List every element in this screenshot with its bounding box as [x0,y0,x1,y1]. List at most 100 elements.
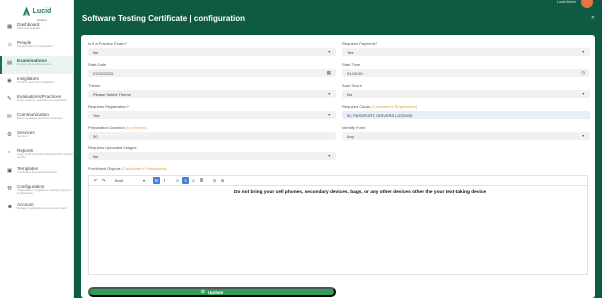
requires-registration-label: Requires Registration? [88,104,129,109]
start-date-input[interactable]: 07/22/2023 ▦ [88,69,336,77]
prohibited-objects-hint: (Candidate's Preparation) [121,166,168,171]
header: Lucid Admin Software Testing Certificate… [74,0,602,36]
align-justify-icon[interactable]: ≣ [198,177,205,184]
practice-exam-select[interactable]: No ▼ [88,48,336,56]
configuration-icon: ⚒ [7,186,12,192]
prep-duration-hint: (in minutes) [126,125,147,130]
prohibited-objects-label-text: Prohibited Objects [88,166,121,171]
identify-form-select[interactable]: Any ▼ [342,132,590,140]
start-time-input[interactable]: 01:00:00 ◷ [342,69,590,77]
logo-text: Lucid [32,7,52,15]
start-date-value: 07/22/2023 [93,70,114,76]
chevron-down-icon: ▼ [581,92,585,96]
sidebar-item-sub: Organisation, invigilators, settings, pa… [17,188,72,196]
clock-icon[interactable]: ◷ [581,70,585,76]
chevron-down-icon: ▼ [327,113,331,117]
chevron-down-icon: ▼ [581,134,585,138]
calendar-icon[interactable]: ▦ [327,70,331,76]
undo-icon[interactable]: ↶ [92,177,99,184]
sidebar-item-evaluations-practices[interactable]: ✎ Evaluations/Practices Exam creators, eva… [0,92,73,110]
sidebar-item-invigilators[interactable]: ◉ Invigilators Proctors and exam invigilat… [0,74,73,92]
sidebar-item-sub: Logs, study and other data and other ana… [17,152,73,160]
sidebar: Lucid Exams ▦ Dashboard Stats and Activiti… [0,0,74,298]
update-button[interactable]: ⊙ Update [88,287,336,297]
avatar[interactable] [581,0,593,8]
required-cards-value: ID, PASSPORT, DRIVERS LICENSE [347,112,413,118]
exam-icon: ▤ [7,60,13,66]
requires-registration-select[interactable]: Yes ▼ [88,111,336,119]
italic-icon[interactable]: I [161,177,168,184]
sidebar-item-services[interactable]: ⚙ Services Services [0,128,73,146]
update-button-label: Update [207,289,224,295]
save-icon: ⊙ [200,289,205,295]
sidebar-item-sub: Stats and Activities [17,26,41,30]
sidebar-item-sub: Formal and practice exams [17,62,51,66]
outdent-icon[interactable]: ⊚ [219,177,226,184]
required-cards-label-text: Required Cards [342,104,371,109]
sidebar-item-sub: People linked to organisation [17,44,53,48]
page-title: Software Testing Certificate | configura… [82,14,245,23]
sidebar-item-templates[interactable]: ▣ Templates Certificates and email templat… [0,164,73,182]
bold-icon[interactable]: B [153,177,160,184]
prohibited-objects-editor[interactable]: Do not bring your cell phones, secondary… [88,185,588,275]
identify-form-value: Any [347,133,354,139]
practice-exam-value: No [93,49,99,55]
sidebar-item-sub: Services [17,134,28,138]
communication-icon: ✉ [7,114,12,120]
templates-icon: ▣ [7,168,13,174]
sidebar-item-sub: Manage organisation account and users [17,206,67,210]
close-icon[interactable]: ✕ [591,15,595,21]
required-cards-label: Required Cards (Candidate's Registration… [342,104,417,109]
redo-icon[interactable]: ↷ [100,177,107,184]
sidebar-item-examinations[interactable]: ▤ Examinations Formal and practice exams [0,56,73,74]
requires-images-value: No [93,153,99,159]
auto-score-select[interactable]: No ▼ [342,90,590,98]
font-select-value: Bold [115,178,124,183]
config-card: Is it a Practice Exam? No ▼ Requires Pay… [81,35,595,298]
user-name[interactable]: Lucid Admin [557,0,576,4]
account-icon: ☻ [7,204,13,210]
sidebar-item-configuration[interactable]: ⚒ Configuration Organisation, invigilators… [0,182,73,200]
logo-mark-icon [22,6,30,15]
prep-duration-input[interactable]: 30 [88,132,336,140]
prohibited-objects-label: Prohibited Objects (Candidate's Preparat… [88,166,167,171]
indent-icon[interactable]: ⊙ [211,177,218,184]
requires-images-label: Requires Uploaded Images [88,145,137,150]
chevron-down-icon: ▼ [327,50,331,54]
dashboard-icon: ▦ [7,24,13,30]
required-cards-input[interactable]: ID, PASSPORT, DRIVERS LICENSE [342,111,590,119]
chevron-down-icon: ▼ [327,154,331,158]
sidebar-item-people[interactable]: ☺ People People linked to organisation [0,38,73,56]
logo: Lucid Exams [0,2,73,22]
align-left-icon[interactable]: ≡ [174,177,181,184]
required-cards-hint: (Candidate's Registration) [371,104,418,109]
evaluation-icon: ✎ [7,96,12,102]
requires-images-select[interactable]: No ▼ [88,152,336,160]
theme-select[interactable]: Please Select Theme ▼ [88,90,336,98]
sidebar-item-reports[interactable]: ◔ Reports Logs, study and other data and o… [0,146,73,164]
requires-payment-select[interactable]: Yes ▼ [342,48,590,56]
align-center-icon[interactable]: ≡ [182,177,189,184]
align-right-icon[interactable]: ≡ [190,177,197,184]
sidebar-item-dashboard[interactable]: ▦ Dashboard Stats and Activities [0,20,73,38]
auto-score-label: Auto Score [342,83,362,88]
chevron-down-icon: ▼ [581,50,585,54]
sidebar-item-communication[interactable]: ✉ Communication Send messages and view mes… [0,110,73,128]
start-time-label: Start Time [342,62,361,67]
start-time-value: 01:00:00 [347,70,363,76]
sidebar-item-sub: Send messages and view messages [17,116,63,120]
sidebar-item-sub: Proctors and exam invigilators [17,80,55,84]
reports-icon: ◔ [7,150,11,156]
editor-content: Do not bring your cell phones, secondary… [234,190,487,195]
services-icon: ⚙ [7,132,12,138]
practice-exam-label: Is it a Practice Exam? [88,41,127,46]
theme-label: Theme [88,83,101,88]
requires-payment-label: Requires Payment? [342,41,378,46]
sidebar-item-account[interactable]: ☻ Account Manage organisation account and … [0,200,73,218]
sidebar-item-sub: Exam creators, evaluators & moderators [17,98,68,102]
start-date-label: Start Date [88,62,107,67]
sidebar-item-sub: Certificates and email templates [17,170,57,174]
sidebar-nav: ▦ Dashboard Stats and Activities ☺ People Peo… [0,20,73,218]
people-icon: ☺ [7,42,13,48]
font-select[interactable]: Bold ▾ [113,177,147,184]
